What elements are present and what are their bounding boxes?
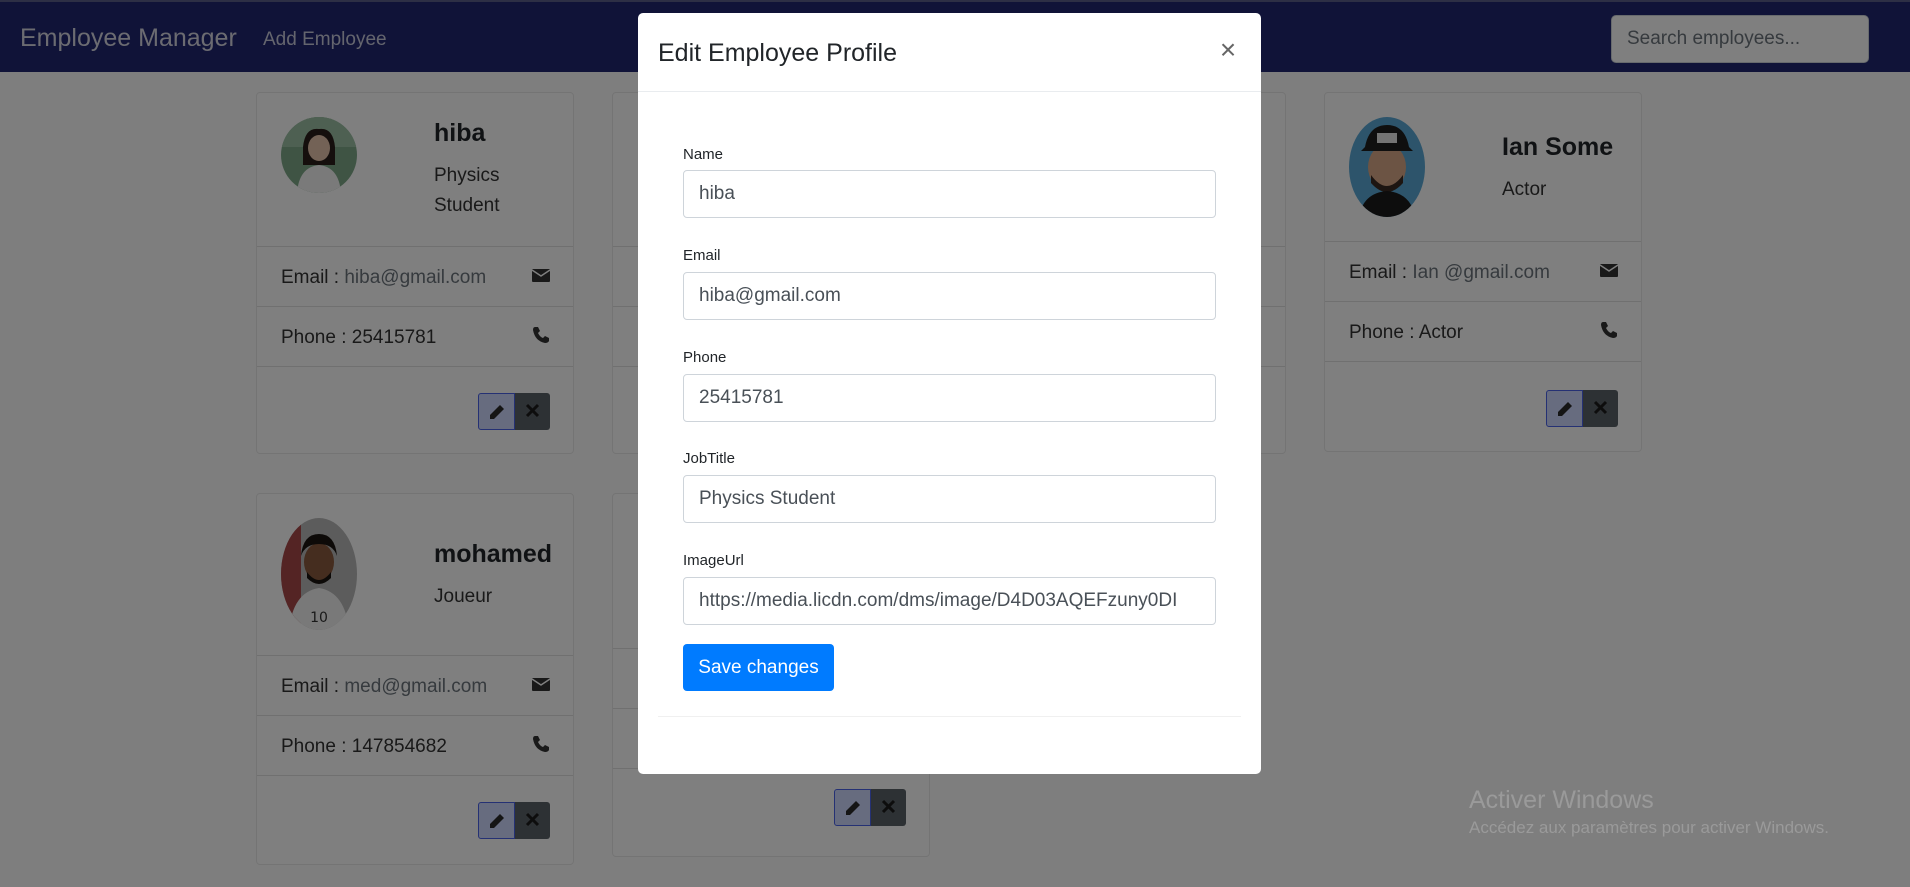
phone-label: Phone (683, 349, 727, 366)
image-url-field[interactable] (683, 577, 1216, 625)
job-title-field[interactable] (683, 475, 1216, 523)
modal-title: Edit Employee Profile (658, 39, 898, 67)
image-url-label: ImageUrl (683, 552, 744, 569)
edit-employee-modal: Edit Employee Profile × Name Email Phone… (638, 13, 1261, 774)
modal-footer-divider (658, 716, 1241, 717)
name-label: Name (683, 146, 724, 163)
activation-watermark-subtitle: Accédez aux paramètres pour activer Wind… (1469, 818, 1829, 837)
activation-watermark-title: Activer Windows (1469, 786, 1654, 814)
phone-field[interactable] (683, 374, 1216, 422)
modal-header: Edit Employee Profile × (638, 13, 1261, 92)
email-label: Email (683, 247, 721, 264)
close-button[interactable]: × (1213, 35, 1243, 65)
email-field[interactable] (683, 272, 1216, 320)
save-changes-button[interactable]: Save changes (683, 644, 834, 691)
name-field[interactable] (683, 170, 1216, 218)
job-title-label: JobTitle (683, 450, 735, 467)
